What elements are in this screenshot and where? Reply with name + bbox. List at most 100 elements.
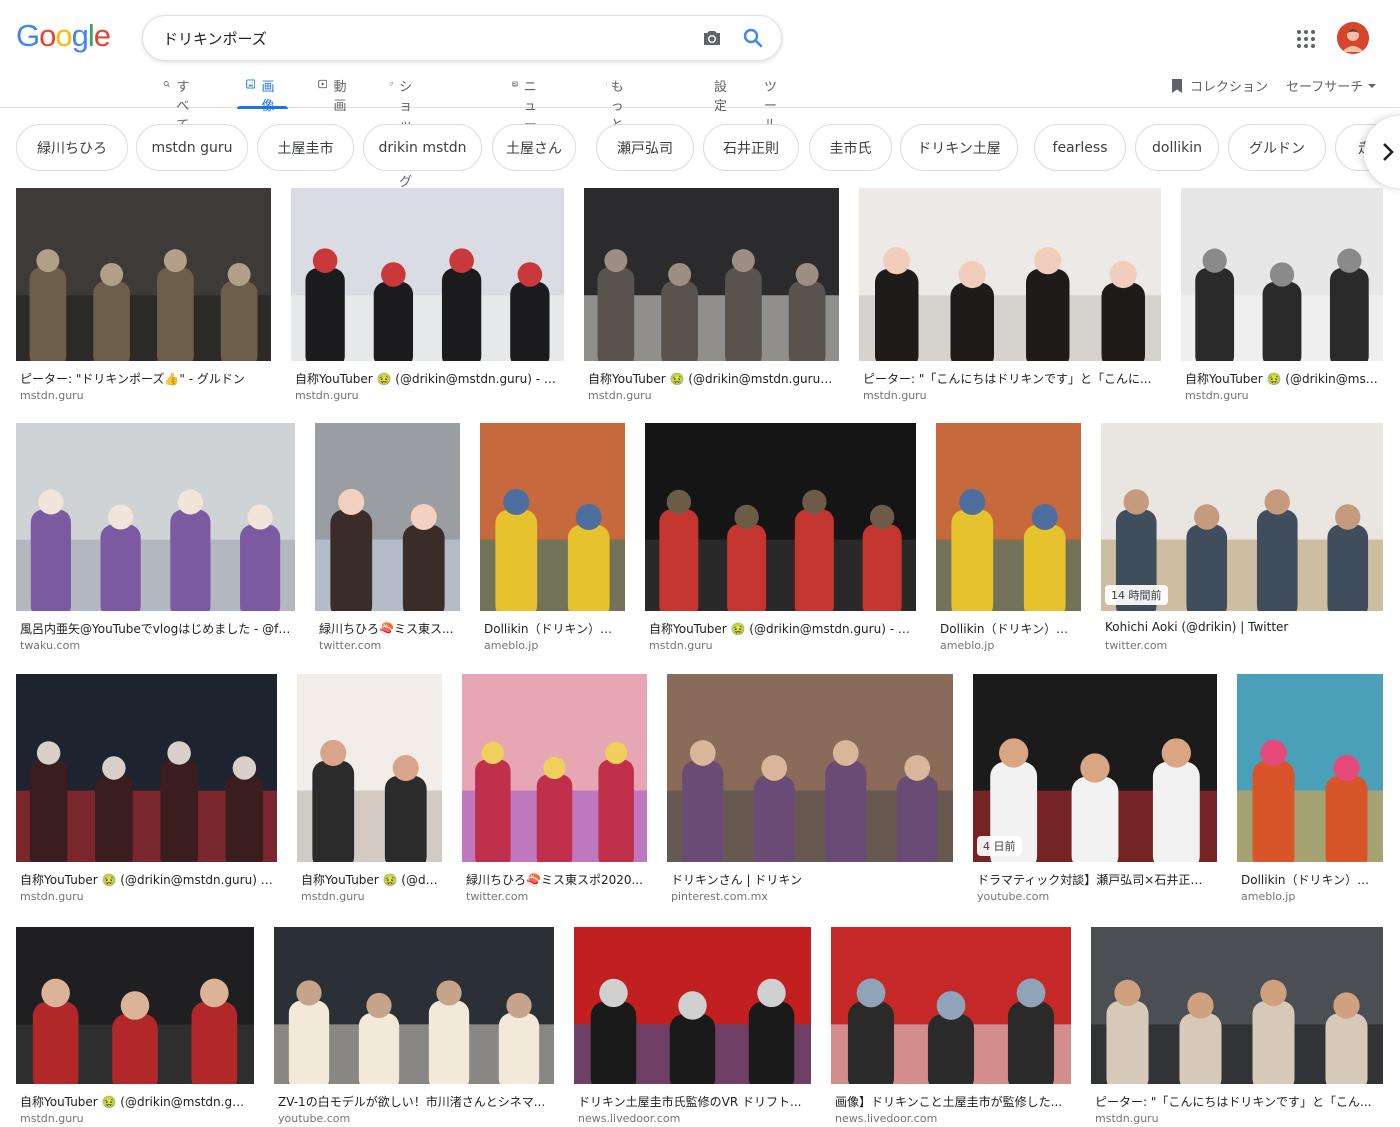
related-chip[interactable]: 土屋さん [492, 124, 576, 171]
result-thumbnail[interactable] [936, 423, 1081, 611]
collections-link[interactable]: コレクション [1170, 76, 1268, 95]
result-thumbnail[interactable] [667, 674, 953, 862]
result-title[interactable]: ピーター: "「こんにちはドリキンです」と「こんに... [863, 370, 1157, 387]
tab-all[interactable]: すべて [163, 70, 196, 133]
result-title[interactable]: ドリキンさん | ドリキン [671, 871, 949, 888]
result-source: mstdn.guru [863, 389, 927, 402]
image-result[interactable]: 自称YouTuber 🤢 (@drikin@mstdn.guru) - ... m… [584, 188, 839, 405]
tab-more[interactable]: もっと見る [606, 70, 628, 171]
result-title[interactable]: ドラマティック対談】瀬戸弘司×石井正則... [977, 871, 1213, 888]
image-result[interactable]: ZV-1の白モデルが欲しい！市川渚さんとシネマ... youtube.com [274, 927, 554, 1127]
result-title[interactable]: 自称YouTuber 🤢 (@drikin@mstdn.guru) - グ... [295, 370, 560, 387]
image-result[interactable]: 自称YouTuber 🤢 (@drikin@mstdn.guru) - グ...… [291, 188, 564, 405]
result-thumbnail[interactable] [645, 423, 916, 611]
image-result[interactable]: 自称YouTuber 🤢 (@drikin@mstd... mstdn.guru [1181, 188, 1383, 405]
search-box[interactable] [142, 15, 782, 61]
play-icon [318, 79, 328, 89]
result-title[interactable]: ピーター: "「こんにちはドリキンです」と「こん... [1095, 1093, 1379, 1110]
image-result[interactable]: Dollikin（ドリキン）ち... ameblo.jp [936, 423, 1081, 655]
result-thumbnail[interactable] [831, 927, 1071, 1084]
result-thumbnail[interactable] [315, 423, 460, 611]
result-title[interactable]: Dollikin（ドリキン）ち... [940, 620, 1077, 637]
result-thumbnail[interactable] [1237, 674, 1383, 862]
result-title[interactable]: 緑川ちひろ🍣ミス東ス... [319, 620, 456, 637]
result-thumbnail[interactable] [297, 674, 442, 862]
result-title[interactable]: 自称YouTuber 🤢 (@drikin@mstdn.guru) - ... [588, 370, 835, 387]
result-thumbnail[interactable] [584, 188, 839, 361]
image-result[interactable]: 風呂内亜矢@YouTubeでvlogはじめました - @fu... twaku.c… [16, 423, 295, 655]
related-chip[interactable]: ドリキン土屋 [900, 124, 1018, 171]
result-thumbnail[interactable] [480, 423, 625, 611]
result-thumbnail[interactable] [1091, 927, 1383, 1084]
tab-videos[interactable]: 動画 [318, 70, 351, 114]
image-result[interactable]: 画像】ドリキンこと土屋圭市が監修した... news.livedoor.com [831, 927, 1071, 1127]
result-thumbnail[interactable] [574, 927, 811, 1084]
apps-grid-icon[interactable] [1294, 27, 1318, 51]
result-thumbnail[interactable] [291, 188, 564, 361]
related-chip[interactable]: 瀬戸弘司 [596, 124, 694, 171]
result-thumbnail[interactable] [973, 674, 1217, 862]
related-chip[interactable]: 圭市氏 [809, 124, 892, 171]
result-title[interactable]: Dollikin（ドリキン）ち... [484, 620, 621, 637]
result-title[interactable]: ピーター: "ドリキンポーズ👍" - グルドン [20, 370, 267, 387]
result-thumbnail[interactable] [16, 674, 277, 862]
related-chip[interactable]: mstdn guru [136, 124, 248, 171]
safe-search-menu[interactable]: セーフサーチ [1286, 76, 1377, 95]
tab-images[interactable]: 画像 [237, 70, 289, 114]
image-result[interactable]: 自称YouTuber 🤢 (@drikin@mstdn.guru) - ... m… [16, 674, 277, 906]
result-title[interactable]: 自称YouTuber 🤢 (@dr... [301, 871, 438, 888]
related-chip[interactable]: 緑川ちひろ [16, 124, 128, 171]
result-title[interactable]: ドリキン土屋圭市氏監修のVR ドリフト... [578, 1093, 807, 1110]
result-title[interactable]: ZV-1の白モデルが欲しい！市川渚さんとシネマ... [278, 1093, 550, 1110]
result-title[interactable]: 画像】ドリキンこと土屋圭市が監修した... [835, 1093, 1067, 1110]
image-result[interactable]: 緑川ちひろ🍣ミス東ス... twitter.com [315, 423, 460, 655]
result-thumbnail[interactable] [462, 674, 647, 862]
image-result[interactable]: ピーター: "ドリキンポーズ👍" - グルドン mstdn.guru [16, 188, 271, 405]
tab-settings[interactable]: 設定 [714, 70, 727, 114]
image-result[interactable]: 自称YouTuber 🤢 (@drikin@mstdn.guru... mstdn… [16, 927, 254, 1127]
image-result[interactable]: 自称YouTuber 🤢 (@drikin@mstdn.guru) - グ...… [645, 423, 916, 655]
search-icon[interactable] [741, 26, 765, 50]
image-result[interactable]: Dollikin（ドリキン）ち... ameblo.jp [480, 423, 625, 655]
result-title[interactable]: 自称YouTuber 🤢 (@drikin@mstd... [1185, 370, 1379, 387]
result-source: news.livedoor.com [578, 1112, 681, 1125]
image-result[interactable]: 自称YouTuber 🤢 (@dr... mstdn.guru [297, 674, 442, 906]
result-title[interactable]: 自称YouTuber 🤢 (@drikin@mstdn.guru) - グ... [649, 620, 912, 637]
related-chip[interactable]: グルドン [1228, 124, 1326, 171]
result-title[interactable]: 自称YouTuber 🤢 (@drikin@mstdn.guru... [20, 1093, 250, 1110]
image-result[interactable]: ドリキン土屋圭市氏監修のVR ドリフト... news.livedoor.com [574, 927, 811, 1127]
result-thumbnail[interactable] [1181, 188, 1383, 361]
search-input[interactable] [163, 26, 683, 50]
related-chip[interactable]: 石井正則 [703, 124, 799, 171]
result-thumbnail[interactable] [859, 188, 1161, 361]
camera-icon[interactable] [700, 26, 724, 50]
image-result[interactable]: ピーター: "「こんにちはドリキンです」と「こん... mstdn.guru [1091, 927, 1383, 1127]
account-avatar[interactable] [1337, 22, 1369, 54]
related-chip[interactable]: fearless [1034, 124, 1126, 171]
tab-shopping[interactable]: ショッピング [389, 70, 422, 190]
tab-news[interactable]: ニュース [512, 70, 545, 152]
result-thumbnail[interactable] [16, 927, 254, 1084]
result-thumbnail[interactable] [274, 927, 554, 1084]
image-result[interactable]: ピーター: "「こんにちはドリキンです」と「こんに... mstdn.guru [859, 188, 1161, 405]
related-chip[interactable]: dollikin [1135, 124, 1219, 171]
image-result[interactable]: ドリキンさん | ドリキン pinterest.com.mx [667, 674, 953, 906]
result-thumbnail[interactable] [1101, 423, 1383, 611]
result-title[interactable]: Dollikin（ドリキン）ち... [1241, 871, 1379, 888]
image-result[interactable]: 14 時間前 Kohichi Aoki (@drikin) | Twitter tw… [1101, 423, 1383, 655]
result-thumbnail[interactable] [16, 188, 271, 361]
result-title[interactable]: 緑川ちひろ🍣ミス東スポ2020... [466, 871, 643, 888]
related-chip[interactable]: 土屋圭市 [257, 124, 354, 171]
result-source: mstdn.guru [301, 890, 365, 903]
image-result[interactable]: 緑川ちひろ🍣ミス東スポ2020... twitter.com [462, 674, 647, 906]
result-title[interactable]: 自称YouTuber 🤢 (@drikin@mstdn.guru) - ... [20, 871, 273, 888]
result-thumbnail[interactable] [16, 423, 295, 611]
google-logo[interactable]: Google [16, 18, 111, 54]
image-result[interactable]: 4 日前 ドラマティック対談】瀬戸弘司×石井正則... youtube.com [973, 674, 1217, 906]
tab-tools[interactable]: ツール [764, 70, 777, 133]
result-title[interactable]: Kohichi Aoki (@drikin) | Twitter [1105, 620, 1379, 634]
related-chip[interactable]: drikin mstdn [363, 124, 482, 171]
news-icon [512, 81, 518, 87]
image-result[interactable]: Dollikin（ドリキン）ち... ameblo.jp [1237, 674, 1383, 906]
result-title[interactable]: 風呂内亜矢@YouTubeでvlogはじめました - @fu... [20, 620, 291, 637]
